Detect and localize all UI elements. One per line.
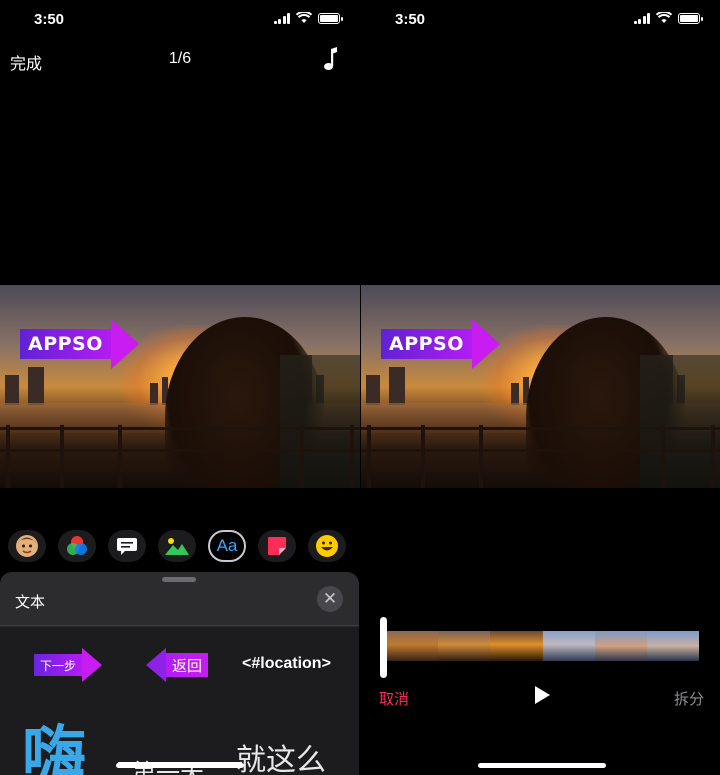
- split-button[interactable]: 拆分: [674, 688, 704, 709]
- left-screen: 3:50 完成 1/6 APPSO Aa 文本 ✕ 下一步 返回 <#locat…: [0, 0, 360, 775]
- play-icon[interactable]: [533, 685, 551, 705]
- trim-handle[interactable]: [380, 617, 387, 678]
- emoji-smile-icon: [316, 535, 338, 557]
- tool-sticker[interactable]: [258, 530, 296, 562]
- music-note-icon[interactable]: [322, 46, 338, 72]
- cancel-button[interactable]: 取消: [379, 688, 409, 709]
- battery-icon: [318, 12, 343, 24]
- appso-sticker-label: APPSO: [28, 333, 103, 355]
- text-aa-icon: Aa: [216, 536, 238, 555]
- memoji-icon: [16, 535, 38, 557]
- speech-bubble-icon: [117, 538, 137, 555]
- status-icons: [633, 12, 703, 24]
- next-arrow-label: 下一步: [40, 658, 77, 673]
- appso-sticker-label: APPSO: [389, 333, 464, 355]
- timeline-thumbnail-strip[interactable]: [386, 631, 700, 661]
- status-bar: 3:50: [361, 0, 720, 40]
- tool-memoji[interactable]: [8, 530, 46, 562]
- appso-arrow-sticker[interactable]: APPSO: [20, 319, 139, 369]
- clip-timeline: [361, 617, 720, 678]
- text-style-hai[interactable]: 嗨: [22, 724, 86, 775]
- cellular-signal-icon: [273, 12, 290, 24]
- tool-speech-bubble[interactable]: [108, 530, 146, 562]
- status-icons: [273, 12, 343, 24]
- status-time: 3:50: [34, 11, 65, 28]
- sheet-body: 下一步 返回 <#location> 嗨 第一天 就这么: [0, 627, 359, 775]
- text-style-next-arrow[interactable]: 下一步: [34, 647, 103, 683]
- status-time: 3:50: [395, 11, 426, 28]
- text-style-back-arrow[interactable]: 返回: [146, 647, 209, 683]
- back-arrow-label: 返回: [172, 657, 203, 675]
- status-bar: 3:50: [0, 0, 360, 40]
- sheet-header: 文本 ✕: [0, 572, 359, 626]
- cellular-signal-icon: [633, 12, 650, 24]
- tool-text[interactable]: Aa: [208, 530, 246, 562]
- text-style-just-like-this[interactable]: 就这么: [236, 735, 326, 775]
- photo-preview: APPSO: [0, 285, 360, 488]
- landscape-photo-icon: [165, 538, 189, 555]
- color-filter-icon: [67, 536, 87, 555]
- wifi-icon: [656, 12, 672, 23]
- right-screen: 3:50 APPSO 取消 拆分: [361, 0, 720, 775]
- tool-emoji[interactable]: [308, 530, 346, 562]
- close-icon[interactable]: ✕: [317, 586, 343, 612]
- sheet-title: 文本: [15, 594, 46, 611]
- sticker-icon: [268, 537, 286, 555]
- sheet-grabber[interactable]: [162, 577, 196, 582]
- editor-topbar: 完成 1/6: [0, 46, 360, 76]
- appso-arrow-sticker[interactable]: APPSO: [381, 319, 500, 369]
- text-sheet: 文本 ✕ 下一步 返回 <#location> 嗨 第一天 就这么: [0, 572, 359, 775]
- text-style-location[interactable]: <#location>: [242, 655, 331, 673]
- photo-preview: APPSO: [361, 285, 720, 488]
- home-indicator[interactable]: [116, 763, 244, 768]
- battery-icon: [678, 12, 703, 24]
- page-counter: 1/6: [168, 50, 192, 67]
- home-indicator[interactable]: [478, 763, 606, 768]
- tool-photo[interactable]: [158, 530, 196, 562]
- tool-color-effects[interactable]: [58, 530, 96, 562]
- effects-toolbar: Aa: [8, 530, 360, 564]
- wifi-icon: [296, 12, 312, 23]
